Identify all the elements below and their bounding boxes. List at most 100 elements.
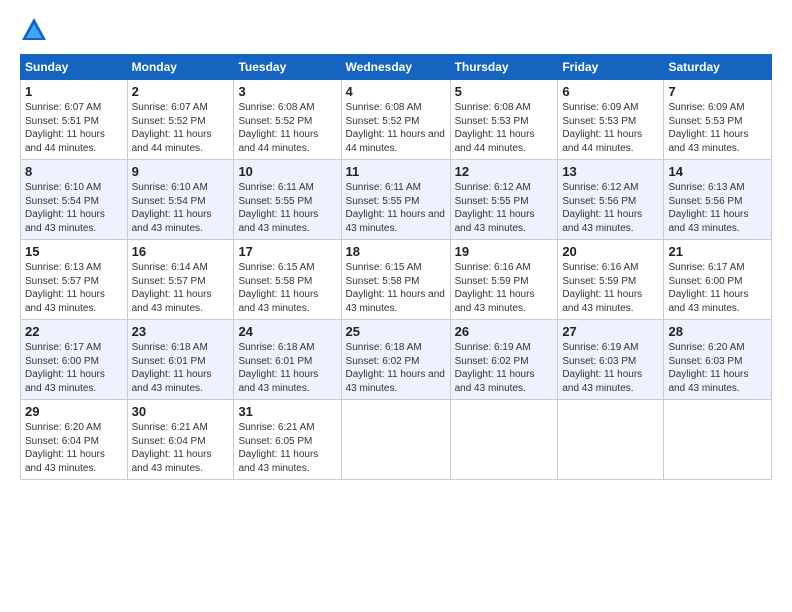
header-cell-sunday: Sunday: [21, 55, 128, 80]
day-info: Sunrise: 6:12 AMSunset: 5:55 PMDaylight:…: [455, 181, 554, 235]
calendar-cell: 3Sunrise: 6:08 AMSunset: 5:52 PMDaylight…: [234, 80, 341, 160]
day-info: Sunrise: 6:14 AMSunset: 5:57 PMDaylight:…: [132, 261, 230, 315]
day-number: 7: [668, 84, 767, 99]
day-info: Sunrise: 6:20 AMSunset: 6:03 PMDaylight:…: [668, 341, 767, 395]
day-number: 23: [132, 324, 230, 339]
calendar-cell: 17 Sunrise: 6:15 AMSunset: 5:58 PMDayligh…: [234, 240, 341, 320]
day-number: 1: [25, 84, 123, 99]
day-number: 28: [668, 324, 767, 339]
header-cell-thursday: Thursday: [450, 55, 558, 80]
day-info: Sunrise: 6:20 AMSunset: 6:04 PMDaylight:…: [25, 421, 123, 475]
logo: [20, 16, 52, 44]
calendar-cell: 13Sunrise: 6:12 AMSunset: 5:56 PMDayligh…: [558, 160, 664, 240]
day-info: Sunrise: 6:16 AMSunset: 5:59 PMDaylight:…: [455, 261, 554, 315]
logo-icon: [20, 16, 48, 44]
day-info: Sunrise: 6:07 AMSunset: 5:51 PMDaylight:…: [25, 101, 123, 155]
day-info: Sunrise: 6:21 AMSunset: 6:04 PMDaylight:…: [132, 421, 230, 475]
day-info: Sunrise: 6:08 AMSunset: 5:52 PMDaylight:…: [346, 101, 446, 155]
week-row-0: 1 Sunrise: 6:07 AMSunset: 5:51 PMDaylight…: [21, 80, 772, 160]
day-info: Sunrise: 6:19 AMSunset: 6:03 PMDaylight:…: [562, 341, 659, 395]
day-info: Sunrise: 6:11 AMSunset: 5:55 PMDaylight:…: [238, 181, 336, 235]
calendar-cell: [558, 400, 664, 480]
day-info: Sunrise: 6:09 AMSunset: 5:53 PMDaylight:…: [668, 101, 767, 155]
day-info: Sunrise: 6:13 AMSunset: 5:56 PMDaylight:…: [668, 181, 767, 235]
header-cell-tuesday: Tuesday: [234, 55, 341, 80]
calendar-cell: 31 Sunrise: 6:21 AMSunset: 6:05 PMDayligh…: [234, 400, 341, 480]
day-number: 15: [25, 244, 123, 259]
day-number: 6: [562, 84, 659, 99]
day-number: 22: [25, 324, 123, 339]
week-row-2: 15 Sunrise: 6:13 AMSunset: 5:57 PMDayligh…: [21, 240, 772, 320]
day-info: Sunrise: 6:21 AMSunset: 6:05 PMDaylight:…: [238, 421, 336, 475]
day-number: 12: [455, 164, 554, 179]
calendar-cell: 28 Sunrise: 6:20 AMSunset: 6:03 PMDayligh…: [664, 320, 772, 400]
calendar-cell: 8 Sunrise: 6:10 AMSunset: 5:54 PMDaylight…: [21, 160, 128, 240]
day-info: Sunrise: 6:17 AMSunset: 6:00 PMDaylight:…: [25, 341, 123, 395]
calendar-cell: 9Sunrise: 6:10 AMSunset: 5:54 PMDaylight…: [127, 160, 234, 240]
day-info: Sunrise: 6:08 AMSunset: 5:52 PMDaylight:…: [238, 101, 336, 155]
calendar-cell: 18 Sunrise: 6:15 AMSunset: 5:58 PMDayligh…: [341, 240, 450, 320]
day-number: 18: [346, 244, 446, 259]
day-info: Sunrise: 6:18 AMSunset: 6:02 PMDaylight:…: [346, 341, 446, 395]
day-info: Sunrise: 6:07 AMSunset: 5:52 PMDaylight:…: [132, 101, 230, 155]
day-number: 2: [132, 84, 230, 99]
calendar-cell: 4 Sunrise: 6:08 AMSunset: 5:52 PMDaylight…: [341, 80, 450, 160]
calendar-cell: 7 Sunrise: 6:09 AMSunset: 5:53 PMDaylight…: [664, 80, 772, 160]
day-number: 25: [346, 324, 446, 339]
day-number: 10: [238, 164, 336, 179]
day-info: Sunrise: 6:17 AMSunset: 6:00 PMDaylight:…: [668, 261, 767, 315]
calendar-cell: 15 Sunrise: 6:13 AMSunset: 5:57 PMDayligh…: [21, 240, 128, 320]
header: [20, 16, 772, 44]
day-info: Sunrise: 6:15 AMSunset: 5:58 PMDaylight:…: [238, 261, 336, 315]
calendar-cell: 24 Sunrise: 6:18 AMSunset: 6:01 PMDayligh…: [234, 320, 341, 400]
day-info: Sunrise: 6:12 AMSunset: 5:56 PMDaylight:…: [562, 181, 659, 235]
calendar-cell: 10 Sunrise: 6:11 AMSunset: 5:55 PMDayligh…: [234, 160, 341, 240]
calendar-cell: 23 Sunrise: 6:18 AMSunset: 6:01 PMDayligh…: [127, 320, 234, 400]
day-info: Sunrise: 6:19 AMSunset: 6:02 PMDaylight:…: [455, 341, 554, 395]
calendar-header: SundayMondayTuesdayWednesdayThursdayFrid…: [21, 55, 772, 80]
calendar-cell: 19Sunrise: 6:16 AMSunset: 5:59 PMDayligh…: [450, 240, 558, 320]
calendar-cell: [450, 400, 558, 480]
calendar-cell: 29Sunrise: 6:20 AMSunset: 6:04 PMDayligh…: [21, 400, 128, 480]
calendar-cell: 6 Sunrise: 6:09 AMSunset: 5:53 PMDaylight…: [558, 80, 664, 160]
calendar-cell: 16Sunrise: 6:14 AMSunset: 5:57 PMDayligh…: [127, 240, 234, 320]
day-info: Sunrise: 6:11 AMSunset: 5:55 PMDaylight:…: [346, 181, 446, 235]
day-info: Sunrise: 6:18 AMSunset: 6:01 PMDaylight:…: [238, 341, 336, 395]
day-info: Sunrise: 6:09 AMSunset: 5:53 PMDaylight:…: [562, 101, 659, 155]
calendar-cell: 26 Sunrise: 6:19 AMSunset: 6:02 PMDayligh…: [450, 320, 558, 400]
calendar-cell: 1 Sunrise: 6:07 AMSunset: 5:51 PMDaylight…: [21, 80, 128, 160]
calendar-cell: 30 Sunrise: 6:21 AMSunset: 6:04 PMDayligh…: [127, 400, 234, 480]
day-number: 17: [238, 244, 336, 259]
calendar-cell: [341, 400, 450, 480]
day-info: Sunrise: 6:15 AMSunset: 5:58 PMDaylight:…: [346, 261, 446, 315]
day-number: 26: [455, 324, 554, 339]
header-cell-friday: Friday: [558, 55, 664, 80]
day-number: 8: [25, 164, 123, 179]
calendar-cell: 27 Sunrise: 6:19 AMSunset: 6:03 PMDayligh…: [558, 320, 664, 400]
calendar-cell: 12 Sunrise: 6:12 AMSunset: 5:55 PMDayligh…: [450, 160, 558, 240]
calendar-cell: [664, 400, 772, 480]
header-cell-monday: Monday: [127, 55, 234, 80]
day-number: 21: [668, 244, 767, 259]
day-number: 30: [132, 404, 230, 419]
day-number: 4: [346, 84, 446, 99]
calendar-cell: 25 Sunrise: 6:18 AMSunset: 6:02 PMDayligh…: [341, 320, 450, 400]
day-info: Sunrise: 6:10 AMSunset: 5:54 PMDaylight:…: [25, 181, 123, 235]
day-info: Sunrise: 6:18 AMSunset: 6:01 PMDaylight:…: [132, 341, 230, 395]
calendar-cell: 2 Sunrise: 6:07 AMSunset: 5:52 PMDaylight…: [127, 80, 234, 160]
calendar-body: 1 Sunrise: 6:07 AMSunset: 5:51 PMDaylight…: [21, 80, 772, 480]
calendar-cell: 11 Sunrise: 6:11 AMSunset: 5:55 PMDayligh…: [341, 160, 450, 240]
day-info: Sunrise: 6:13 AMSunset: 5:57 PMDaylight:…: [25, 261, 123, 315]
calendar-cell: 5Sunrise: 6:08 AMSunset: 5:53 PMDaylight…: [450, 80, 558, 160]
day-number: 27: [562, 324, 659, 339]
day-number: 11: [346, 164, 446, 179]
day-number: 20: [562, 244, 659, 259]
day-info: Sunrise: 6:10 AMSunset: 5:54 PMDaylight:…: [132, 181, 230, 235]
day-number: 14: [668, 164, 767, 179]
day-number: 5: [455, 84, 554, 99]
page: SundayMondayTuesdayWednesdayThursdayFrid…: [0, 0, 792, 490]
calendar-cell: 14 Sunrise: 6:13 AMSunset: 5:56 PMDayligh…: [664, 160, 772, 240]
day-number: 24: [238, 324, 336, 339]
day-number: 31: [238, 404, 336, 419]
week-row-1: 8 Sunrise: 6:10 AMSunset: 5:54 PMDaylight…: [21, 160, 772, 240]
